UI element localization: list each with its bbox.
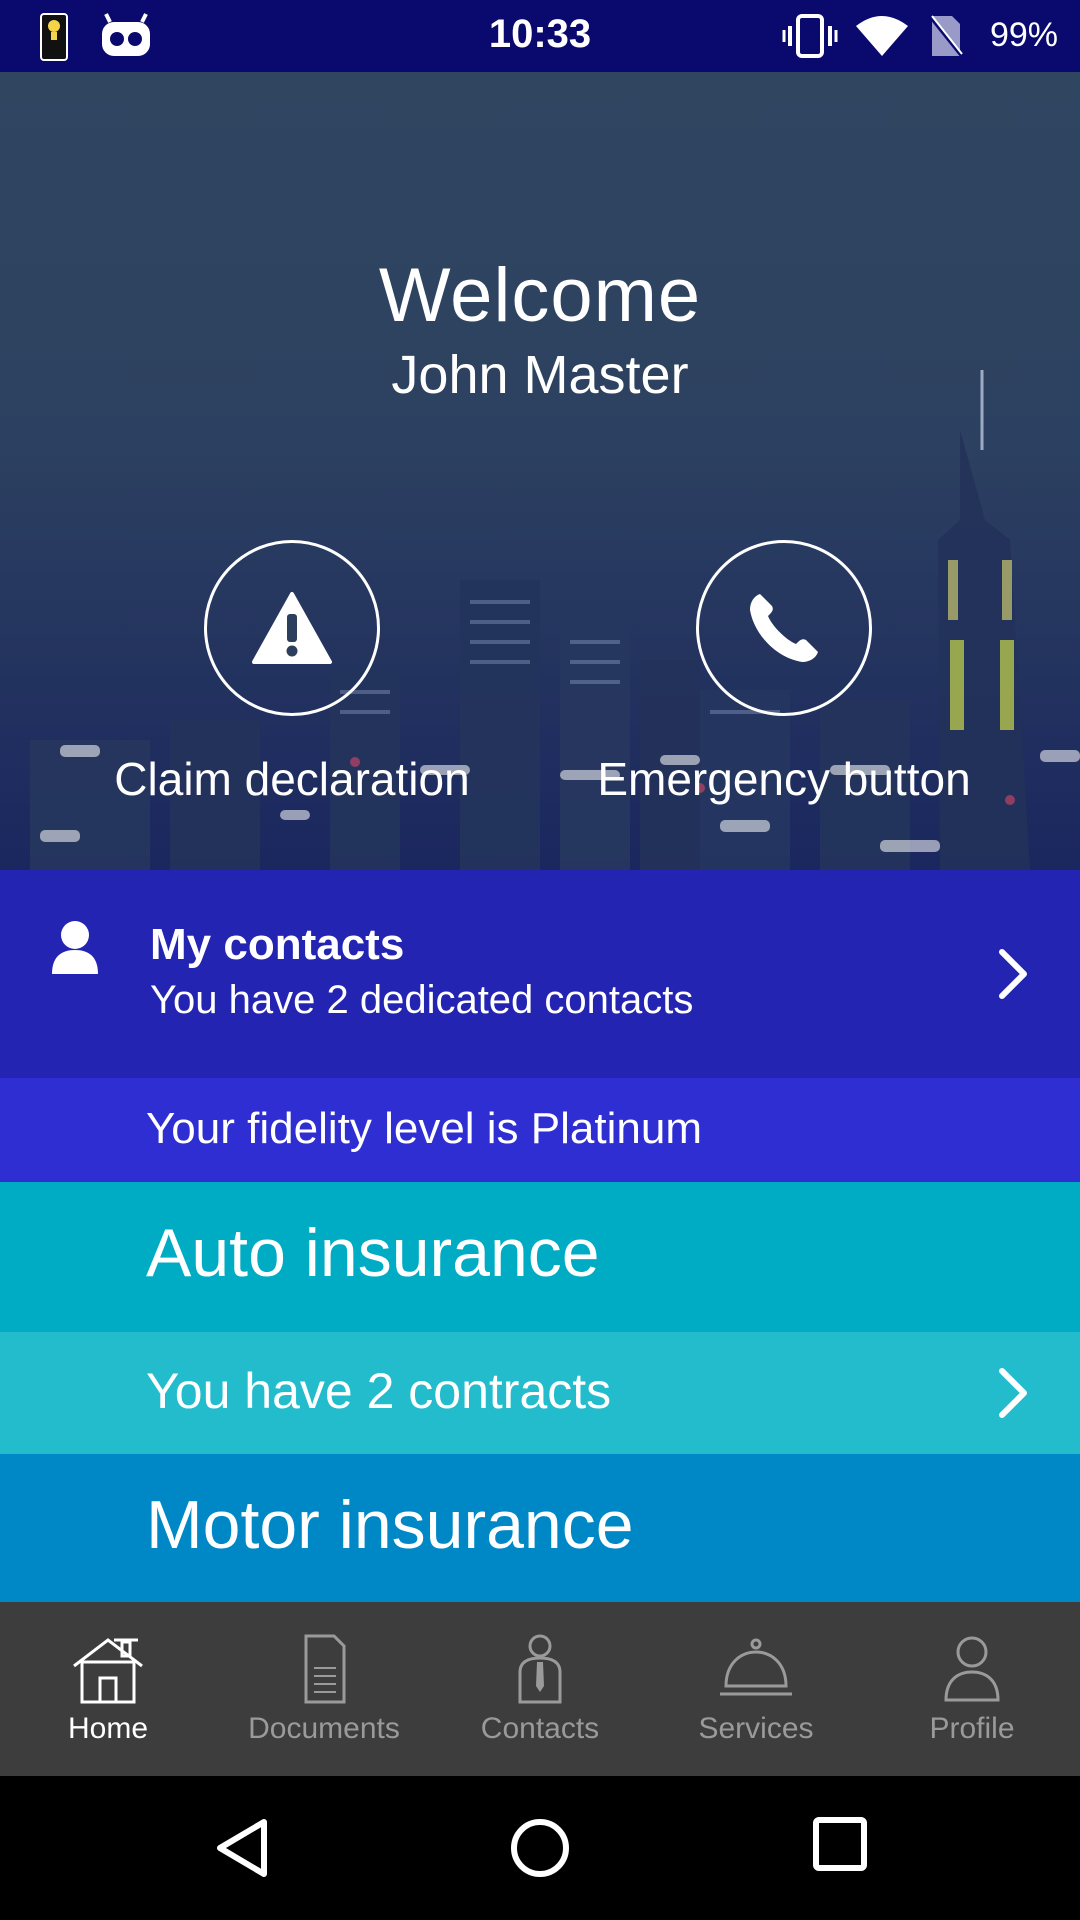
chevron-right-icon [999,1368,1027,1418]
fidelity-level-text: Your fidelity level is Platinum [146,1104,702,1153]
house-icon [73,1638,143,1704]
my-contacts-row[interactable]: My contacts You have 2 dedicated contact… [0,870,1080,1078]
bottom-navigation: Home Documents Contacts Services Profile [0,1602,1080,1776]
status-bar: 10:33 99% [0,0,1080,72]
battery-level: 99% [989,16,1058,54]
nav-home[interactable]: Home [0,1602,216,1776]
recents-square-icon[interactable] [812,1816,868,1872]
system-navigation-bar [0,1776,1080,1920]
document-icon [304,1634,346,1704]
welcome-title: Welcome [378,253,702,338]
nav-profile[interactable]: Profile [864,1602,1080,1776]
no-sim-icon [928,14,964,58]
auto-contracts-row[interactable]: You have 2 contracts [0,1332,1080,1454]
home-circle-icon[interactable] [508,1816,572,1880]
nav-services[interactable]: Services [648,1602,864,1776]
nav-contacts[interactable]: Contacts [432,1602,648,1776]
chevron-right-icon [999,949,1027,999]
phone-icon [750,594,818,662]
nav-services-label: Services [698,1712,814,1745]
my-contacts-subtitle: You have 2 dedicated contacts [150,978,694,1022]
status-time: 10:33 [488,12,592,56]
auto-contracts-text: You have 2 contracts [146,1363,612,1419]
motor-insurance-header[interactable]: Motor insurance [0,1454,1080,1602]
claim-declaration-button[interactable] [204,540,380,716]
auto-insurance-header: Auto insurance [0,1182,1080,1332]
motor-insurance-title: Motor insurance [146,1487,634,1563]
claim-declaration-label[interactable]: Claim declaration [42,752,542,806]
my-contacts-title: My contacts [150,920,405,969]
warning-icon [252,592,332,664]
contact-person-icon [518,1634,562,1704]
fidelity-level-banner: Your fidelity level is Platinum [0,1078,1080,1182]
wifi-icon [856,16,908,56]
nav-documents[interactable]: Documents [216,1602,432,1776]
emergency-button-label[interactable]: Emergency button [534,752,1034,806]
service-bell-icon [720,1638,792,1696]
nav-home-label: Home [67,1712,149,1745]
nav-profile-label: Profile [929,1712,1015,1745]
nav-documents-label: Documents [248,1712,400,1745]
vibrate-icon [782,14,838,58]
back-icon[interactable] [212,1816,272,1880]
person-icon [52,921,98,974]
user-name: John Master [391,345,689,405]
emergency-button[interactable] [696,540,872,716]
auto-insurance-title: Auto insurance [146,1215,600,1291]
nav-contacts-label: Contacts [480,1712,600,1745]
profile-icon [944,1636,1000,1702]
hero-banner: Welcome John Master Claim declaration Em… [0,72,1080,870]
